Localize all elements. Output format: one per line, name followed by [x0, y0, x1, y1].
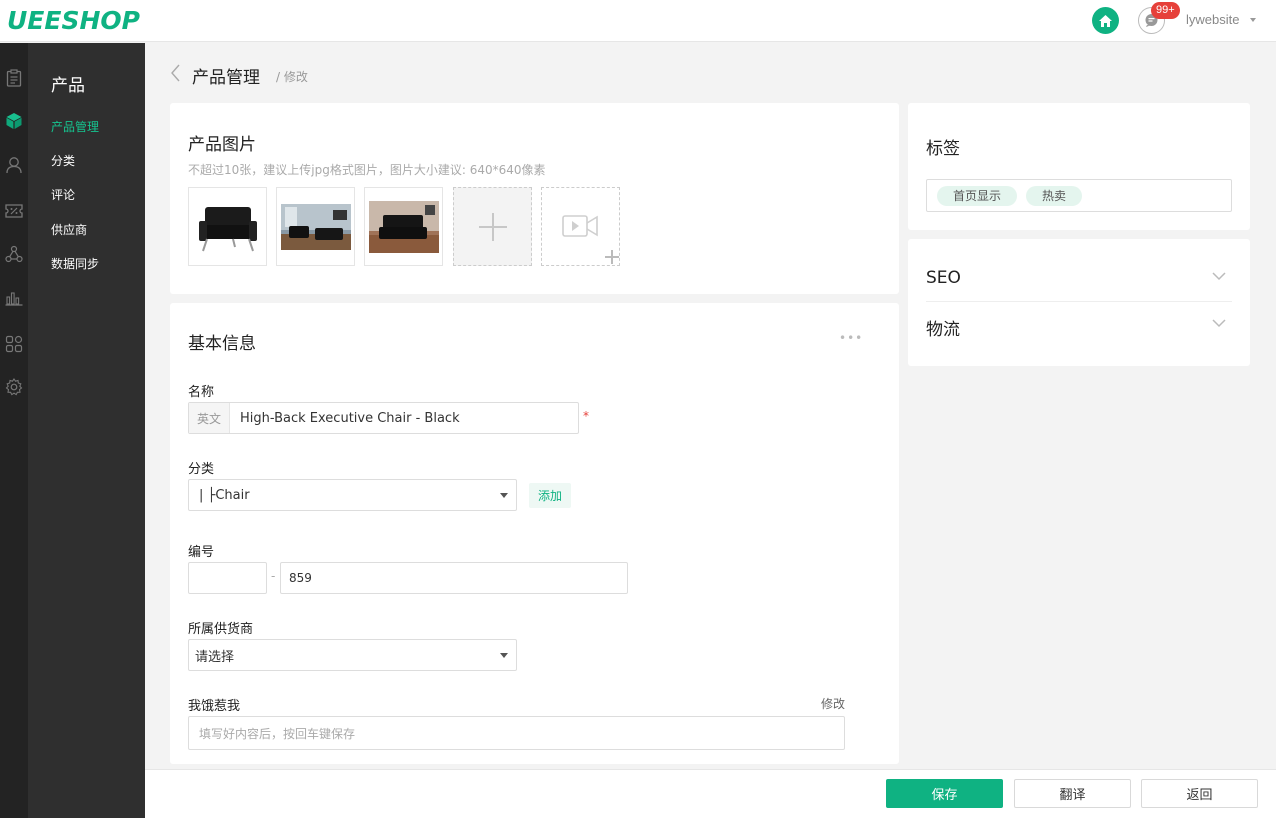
clipboard-icon [6, 69, 22, 87]
product-image-3[interactable] [364, 187, 443, 266]
user-icon [6, 157, 22, 174]
chevron-down-icon [1212, 319, 1226, 328]
category-label: 分类 [188, 462, 215, 477]
bar-chart-icon [5, 292, 23, 306]
plus-small-icon [605, 250, 619, 264]
number-prefix-input[interactable] [188, 562, 267, 594]
product-submenu: 产品 产品管理 分类 评论 供应商 数据同步 [28, 43, 145, 818]
back-chevron-icon[interactable] [170, 64, 182, 82]
product-images-card: 产品图片 不超过10张，建议上传jpg格式图片，图片大小建议: 640*640像… [170, 103, 899, 294]
submenu-item-suppliers[interactable]: 供应商 [51, 221, 87, 238]
supplier-label: 所属供货商 [188, 622, 254, 637]
more-options-icon[interactable]: ••• [839, 331, 863, 345]
name-value: High-Back Executive Chair - Black [240, 410, 460, 426]
submenu-item-data-sync[interactable]: 数据同步 [51, 255, 99, 272]
basic-info-card: 基本信息 ••• 名称 英文 High-Back Executive Chair… [170, 303, 899, 764]
number-input[interactable]: 859 [280, 562, 628, 594]
living-room-image [280, 203, 351, 250]
save-button[interactable]: 保存 [886, 779, 1003, 808]
number-dash: - [271, 569, 276, 583]
submenu-item-category[interactable]: 分类 [51, 152, 75, 169]
basic-info-title: 基本信息 [188, 334, 256, 354]
supplier-select[interactable]: 请选择 [188, 639, 517, 671]
add-image-button[interactable] [453, 187, 532, 266]
home-icon [1099, 14, 1112, 27]
add-category-button[interactable]: 添加 [529, 483, 571, 508]
accordion-label: SEO [926, 268, 961, 288]
tag-chip[interactable]: 热卖 [1026, 186, 1083, 206]
rail-statistics[interactable] [0, 284, 28, 312]
add-video-button[interactable] [541, 187, 620, 266]
coupon-icon [5, 204, 23, 218]
keyword-placeholder: 填写好内容后，按回车键保存 [199, 726, 356, 741]
select-caret-icon [500, 493, 508, 498]
keyword-label: 我饿惹我 [188, 699, 241, 714]
user-menu[interactable]: lywebsite [1186, 12, 1239, 27]
home-button[interactable] [1092, 7, 1119, 34]
tags-input[interactable]: 首页显示 热卖 [926, 179, 1232, 212]
supplier-value: 请选择 [195, 649, 235, 665]
translate-button[interactable]: 翻译 [1014, 779, 1131, 808]
images-hint: 不超过10张，建议上传jpg格式图片，图片大小建议: 640*640像素 [188, 163, 546, 177]
rail-marketing[interactable] [0, 197, 28, 225]
rail-settings[interactable] [0, 373, 28, 401]
breadcrumb-current: / 修改 [276, 70, 308, 84]
images-card-title: 产品图片 [188, 135, 256, 155]
number-label: 编号 [188, 545, 215, 560]
submenu-item-product-management[interactable]: 产品管理 [51, 118, 99, 135]
rail-products[interactable] [0, 107, 28, 135]
submenu-title: 产品 [51, 76, 85, 96]
icon-rail [0, 43, 28, 818]
network-icon [5, 245, 23, 263]
tag-chip[interactable]: 首页显示 [937, 186, 1018, 206]
accordion-seo[interactable]: SEO [926, 256, 1232, 302]
product-box-icon [6, 113, 22, 129]
sofa-chair-image [198, 206, 257, 251]
accordion-card: SEO 物流 [908, 239, 1250, 366]
product-image-1[interactable] [188, 187, 267, 266]
page-title: 产品管理 [192, 68, 260, 88]
ueeshop-logo[interactable]: UEESHOP [7, 6, 140, 35]
rail-channels[interactable] [0, 240, 28, 268]
tags-card: 标签 首页显示 热卖 [908, 103, 1250, 230]
caret-down-icon[interactable] [1250, 18, 1256, 22]
name-label: 名称 [188, 385, 215, 400]
top-bar: UEESHOP 99+ lywebsite [0, 0, 1276, 42]
apps-icon [5, 335, 23, 353]
chevron-down-icon [1212, 272, 1226, 281]
plus-icon [478, 212, 507, 241]
number-value: 859 [289, 571, 312, 585]
product-image-2[interactable] [276, 187, 355, 266]
submenu-item-reviews[interactable]: 评论 [51, 186, 75, 203]
name-input[interactable]: 英文 High-Back Executive Chair - Black [188, 402, 579, 434]
language-tag: 英文 [189, 403, 230, 433]
category-value: | ├Chair [199, 487, 250, 503]
category-select[interactable]: | ├Chair [188, 479, 517, 511]
rail-orders[interactable] [0, 64, 28, 92]
required-mark: * [583, 409, 589, 423]
video-camera-icon [562, 215, 598, 237]
rail-customers[interactable] [0, 151, 28, 179]
room-sofa-image [368, 200, 439, 253]
back-button[interactable]: 返回 [1141, 779, 1258, 808]
select-caret-icon [500, 653, 508, 658]
action-bar: 保存 翻译 返回 [145, 769, 1276, 818]
keyword-input[interactable]: 填写好内容后，按回车键保存 [188, 716, 845, 750]
tags-card-title: 标签 [926, 139, 960, 159]
notification-badge: 99+ [1151, 2, 1180, 19]
settings-icon [5, 378, 23, 396]
accordion-logistics[interactable]: 物流 [926, 303, 1232, 349]
rail-apps[interactable] [0, 330, 28, 358]
accordion-label: 物流 [926, 320, 960, 340]
edit-keyword-link[interactable]: 修改 [821, 695, 845, 712]
